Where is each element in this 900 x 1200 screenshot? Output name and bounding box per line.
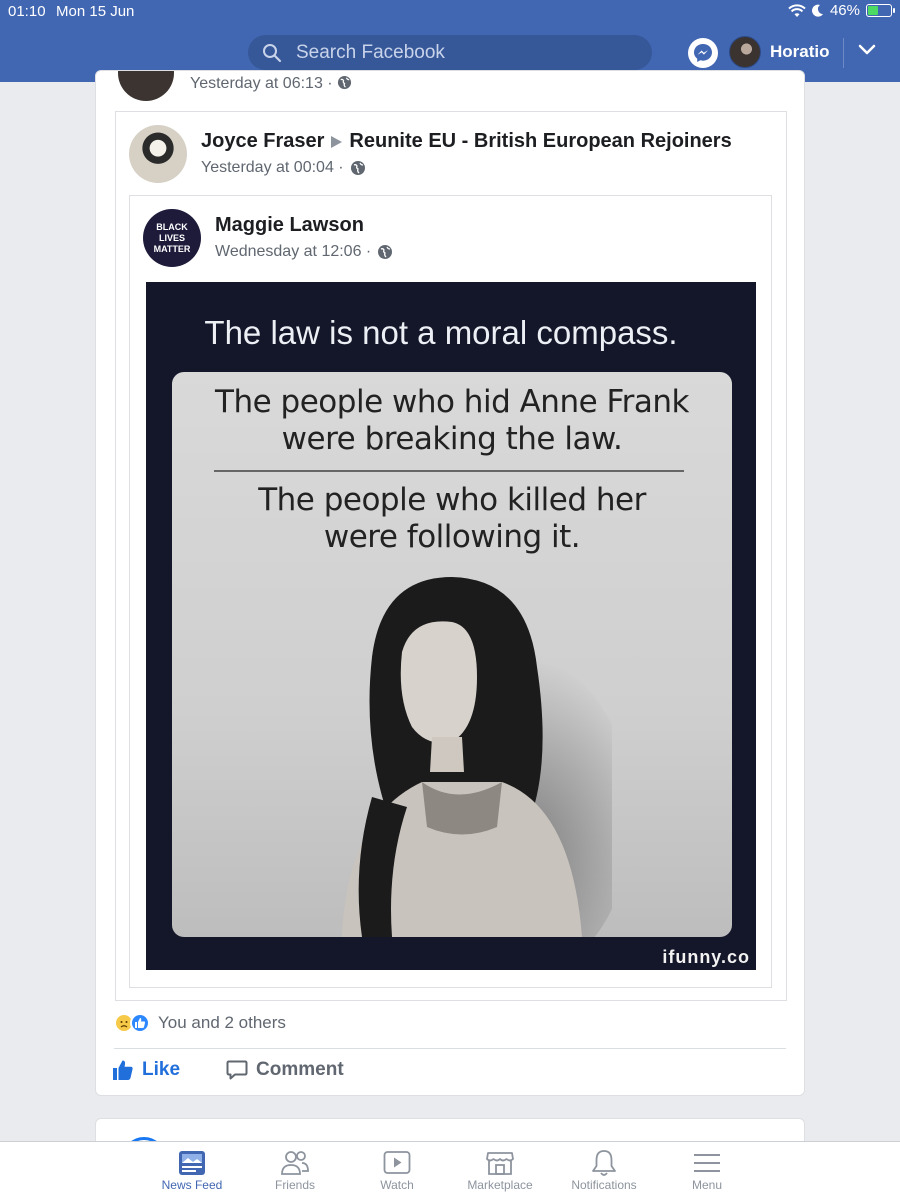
comment-button[interactable]: Comment — [226, 1059, 344, 1081]
globe-icon — [350, 161, 365, 175]
messenger-icon — [694, 44, 712, 62]
moon-icon — [811, 4, 823, 17]
post-meta: Yesterday at 00:04 · — [201, 159, 366, 177]
chevron-down-icon[interactable] — [858, 44, 876, 56]
marketplace-icon — [486, 1152, 514, 1175]
image-quote-bottom: The people who killed her were following… — [172, 482, 732, 556]
reactions-summary[interactable]: You and 2 others — [114, 1013, 286, 1033]
avatar — [729, 36, 761, 68]
tab-friends[interactable]: Friends — [245, 1148, 345, 1192]
status-time: 01:10 — [8, 3, 46, 20]
search-icon — [263, 43, 282, 62]
like-reaction-icon — [130, 1013, 150, 1033]
tab-marketplace[interactable]: Marketplace — [450, 1148, 550, 1192]
tab-watch[interactable]: Watch — [347, 1148, 447, 1192]
thumbs-up-icon — [113, 1060, 133, 1080]
bell-icon — [592, 1150, 616, 1176]
avatar-text-3: MATTER — [153, 243, 191, 254]
post-timestamp[interactable]: Yesterday at 00:04 · — [201, 159, 344, 177]
tab-menu-label: Menu — [691, 1178, 723, 1192]
tab-watch-label: Watch — [380, 1178, 414, 1192]
tab-notifications[interactable]: Notifications — [554, 1148, 654, 1192]
avatar[interactable] — [129, 125, 187, 183]
tab-marketplace-label: Marketplace — [467, 1178, 533, 1192]
portrait-photo — [342, 577, 612, 937]
image-watermark: ifunny.co — [662, 947, 750, 967]
tab-news-feed-label: News Feed — [161, 1178, 223, 1192]
messenger-button[interactable] — [688, 38, 718, 68]
comment-icon — [226, 1060, 248, 1080]
image-panel: The people who hid Anne Frank were break… — [172, 372, 732, 937]
profile-button[interactable]: Horatio — [729, 36, 830, 68]
original-post-meta: Wednesday at 12:06 · — [215, 243, 393, 261]
feed-post-card: Yesterday at 06:13 · Joyce Fraser Reunit… — [95, 70, 805, 1096]
image-line-1: The people who hid Anne Frank — [215, 384, 689, 420]
battery-icon — [866, 4, 895, 17]
image-line-3: The people who killed her — [258, 482, 646, 518]
tab-friends-label: Friends — [274, 1178, 315, 1192]
previous-post-timestamp: Yesterday at 06:13 · — [190, 75, 333, 92]
battery-fill — [868, 6, 878, 15]
profile-name: Horatio — [770, 42, 830, 61]
tab-notifications-label: Notifications — [571, 1178, 637, 1192]
tab-menu[interactable]: Menu — [657, 1148, 757, 1192]
triangle-right-icon — [331, 135, 343, 148]
globe-icon — [338, 75, 352, 90]
wifi-icon — [788, 3, 806, 17]
menu-icon — [694, 1154, 720, 1172]
previous-post-meta: Yesterday at 06:13 · — [190, 75, 352, 93]
post-group[interactable]: Reunite EU - British European Rejoiners — [349, 130, 731, 153]
avatar-text-2: LIVES — [158, 232, 185, 243]
search-bar[interactable] — [248, 35, 652, 70]
shared-post: Joyce Fraser Reunite EU - British Europe… — [115, 111, 787, 1001]
status-indicators: 46% — [788, 2, 895, 19]
image-line-4: were following it. — [323, 519, 581, 555]
avatar[interactable]: BLACK LIVES MATTER — [143, 209, 201, 267]
news-feed-icon — [179, 1151, 205, 1175]
image-quote-top: The people who hid Anne Frank were break… — [172, 384, 732, 458]
previous-post-avatar — [118, 71, 174, 101]
image-divider — [214, 470, 684, 472]
watch-icon — [383, 1151, 411, 1174]
tab-news-feed[interactable]: News Feed — [142, 1148, 242, 1192]
status-date: Mon 15 Jun — [56, 3, 135, 20]
post-actions: Like Comment — [112, 1059, 344, 1081]
like-label: Like — [142, 1059, 181, 1080]
thumbs-up-icon — [135, 1018, 146, 1028]
comment-label: Comment — [256, 1059, 344, 1080]
bottom-navigation: News Feed Friends Watch Marketplace Noti… — [0, 1141, 900, 1200]
post-image[interactable]: The law is not a moral compass. The peop… — [146, 282, 756, 970]
image-headline: The law is not a moral compass. — [204, 314, 678, 351]
friends-icon — [281, 1151, 309, 1175]
reactions-count: You and 2 others — [158, 1013, 286, 1032]
avatar-text-1: BLACK — [156, 221, 188, 232]
post-author[interactable]: Joyce Fraser — [201, 130, 324, 153]
image-line-2: were breaking the law. — [281, 421, 623, 457]
original-post: BLACK LIVES MATTER Maggie Lawson Wednesd… — [129, 195, 772, 988]
header-divider — [843, 38, 844, 68]
globe-icon — [378, 245, 393, 259]
original-post-timestamp[interactable]: Wednesday at 12:06 · — [215, 243, 371, 261]
original-author[interactable]: Maggie Lawson — [215, 214, 364, 237]
actions-divider — [114, 1048, 786, 1049]
battery-percent: 46% — [829, 2, 860, 19]
search-input[interactable] — [296, 41, 626, 64]
like-button[interactable]: Like — [112, 1059, 180, 1081]
post-author-line: Joyce Fraser Reunite EU - British Europe… — [201, 130, 732, 153]
